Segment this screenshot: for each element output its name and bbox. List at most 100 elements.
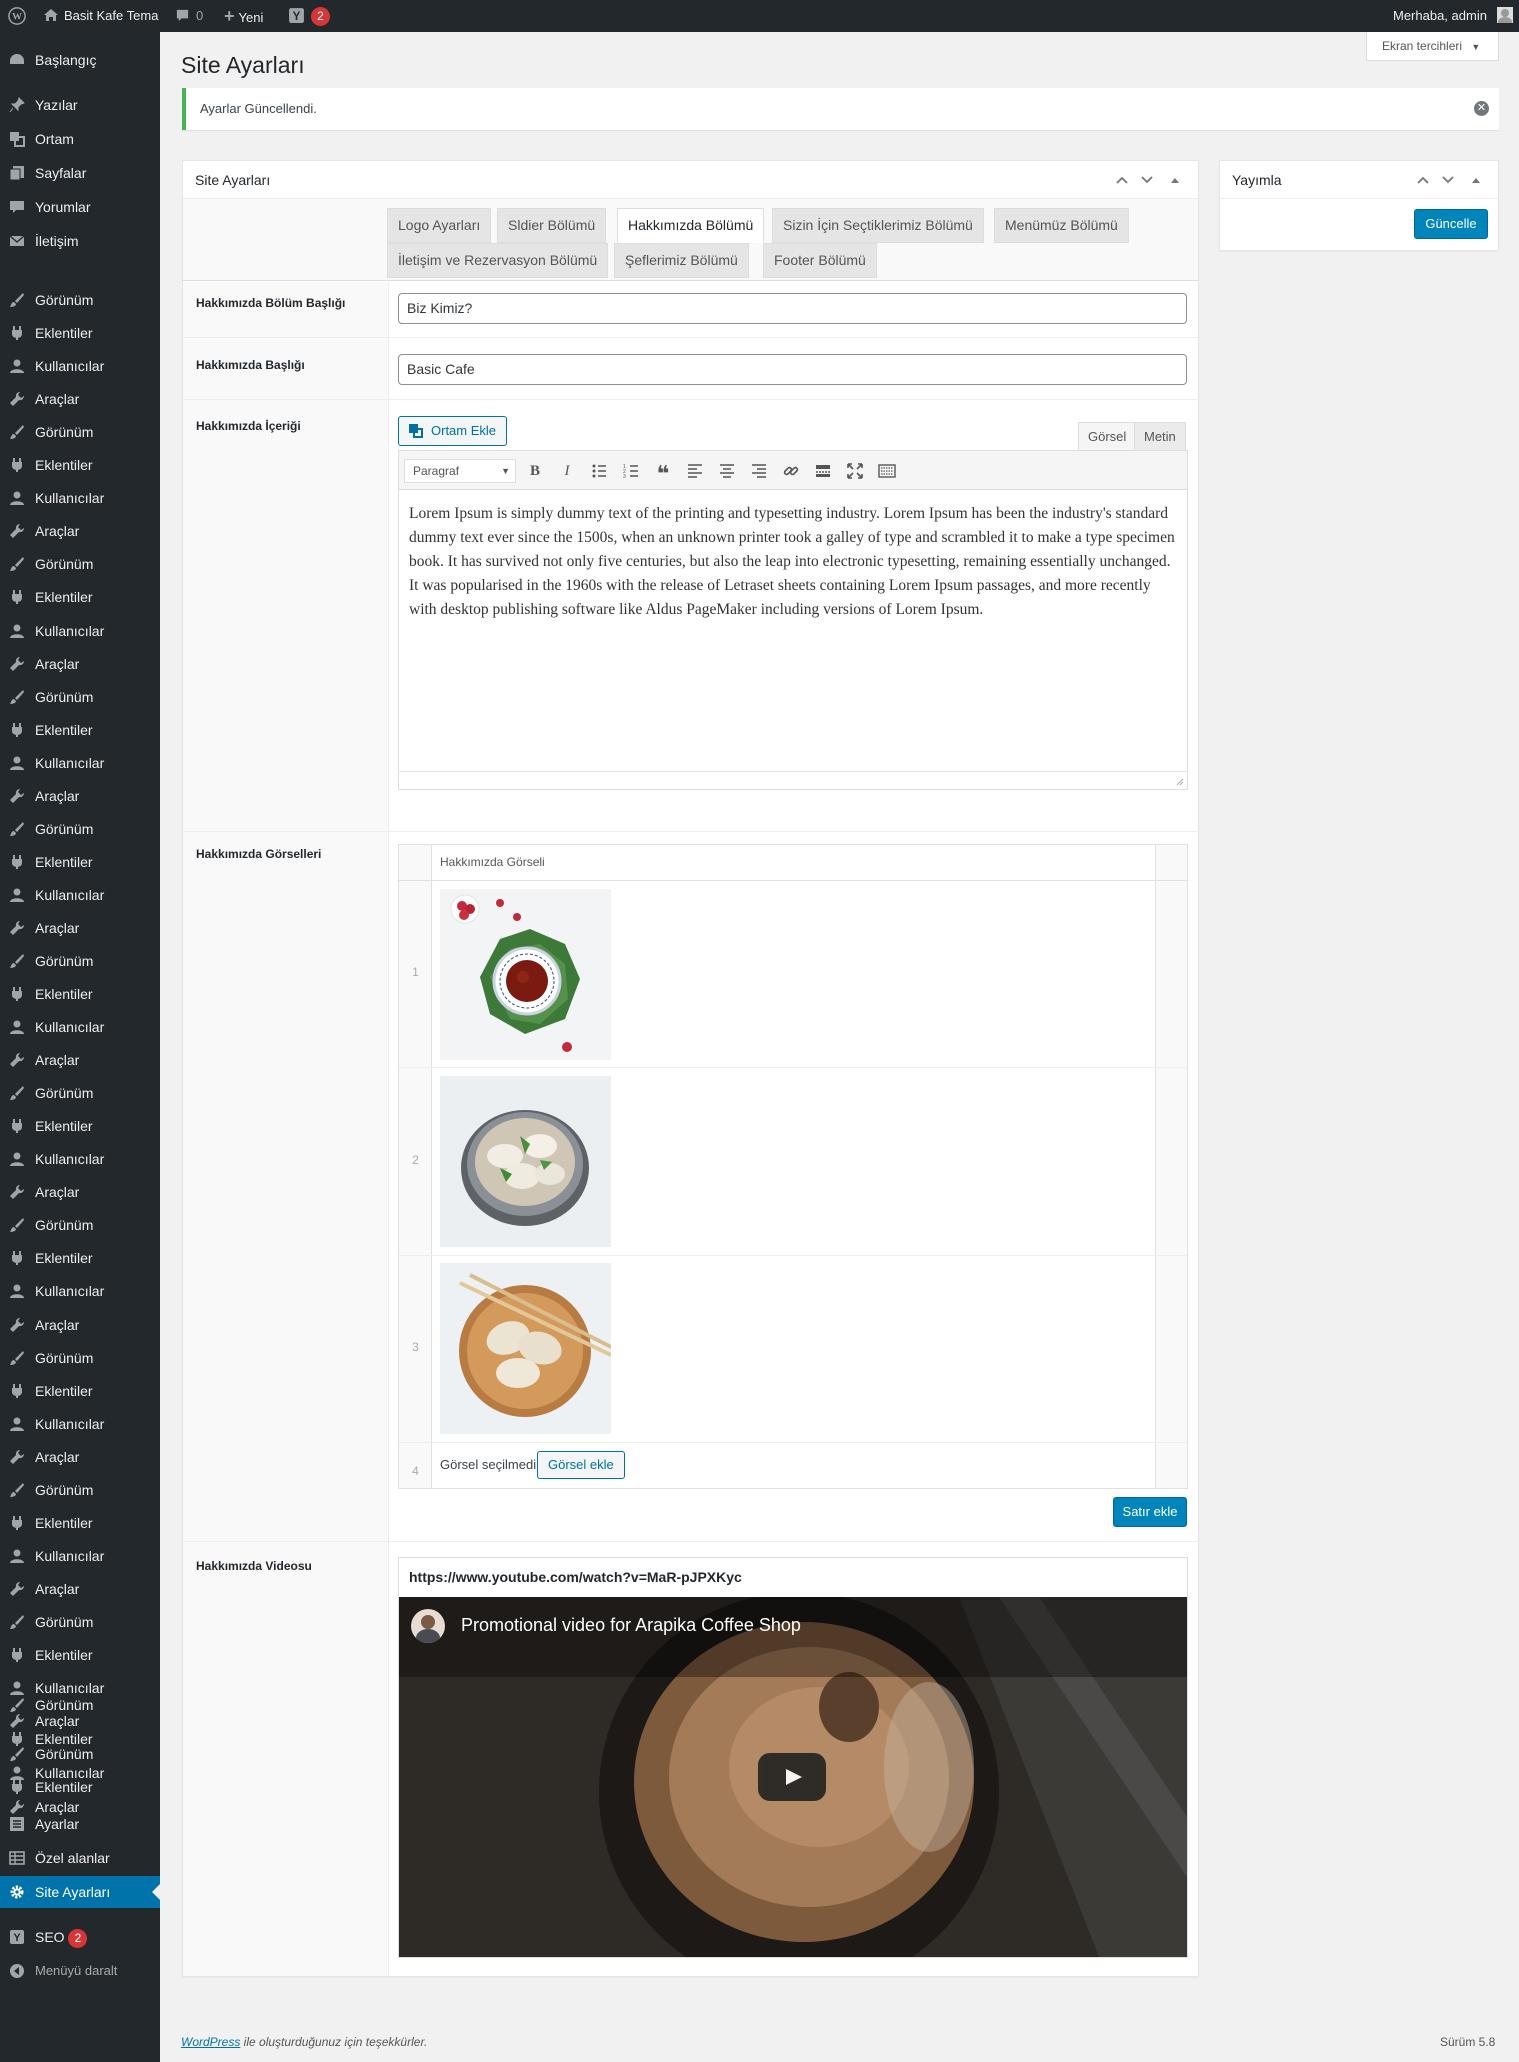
menu-tools[interactable]: Araçlar <box>0 1441 160 1473</box>
menu-users[interactable]: Kullanıcılar <box>0 1540 160 1572</box>
update-button[interactable]: Güncelle <box>1414 209 1488 239</box>
menu-custom-fields[interactable]: Özel alanlar <box>0 1842 160 1874</box>
menu-appearance[interactable]: Görünüm <box>0 1689 160 1721</box>
menu-plugins[interactable]: Eklentiler <box>0 1507 160 1539</box>
video-url-input[interactable]: https://www.youtube.com/watch?v=MaR-pJPX… <box>409 1558 742 1597</box>
toggle-panel-icon[interactable] <box>1469 173 1483 187</box>
menu-plugins[interactable]: Eklentiler <box>0 1242 160 1274</box>
add-media-button[interactable]: Ortam Ekle <box>398 416 508 446</box>
menu-media[interactable]: Ortam <box>0 123 160 155</box>
format-select[interactable]: Paragraf ▼ <box>404 459 516 483</box>
italic-icon[interactable]: I <box>558 462 576 480</box>
menu-plugins[interactable]: Eklentiler <box>0 317 160 349</box>
editor-tab-visual[interactable]: Görsel <box>1078 422 1137 451</box>
menu-comments[interactable]: Yorumlar <box>0 191 160 223</box>
move-down-icon[interactable] <box>1140 173 1154 187</box>
menu-appearance[interactable]: Görünüm <box>0 1209 160 1241</box>
menu-tools[interactable]: Araçlar <box>0 1176 160 1208</box>
menu-contact[interactable]: İletişim <box>0 225 160 257</box>
video-embed[interactable]: Promotional video for Arapika Coffee Sho… <box>399 1597 1187 1957</box>
wordpress-logo-icon[interactable]: W <box>8 0 26 32</box>
new-content-link[interactable]: + Yeni <box>224 0 263 32</box>
tab-about[interactable]: Hakkımızda Bölümü <box>617 208 765 243</box>
toggle-panel-icon[interactable] <box>1168 173 1182 187</box>
fullscreen-icon[interactable] <box>846 462 864 480</box>
menu-appearance[interactable]: Görünüm <box>0 1342 160 1374</box>
editor-content-area[interactable]: Lorem Ipsum is simply dummy text of the … <box>398 490 1188 790</box>
menu-dashboard[interactable]: Başlangıç <box>0 44 160 76</box>
numbered-list-icon[interactable]: 123 <box>622 462 640 480</box>
menu-settings[interactable]: Ayarlar <box>0 1808 160 1840</box>
about-image-gyoza[interactable] <box>440 1263 611 1434</box>
read-more-icon[interactable] <box>814 462 832 480</box>
menu-appearance[interactable]: Görünüm <box>0 1606 160 1638</box>
menu-appearance[interactable]: Görünüm <box>0 548 160 580</box>
menu-users[interactable]: Kullanıcılar <box>0 1011 160 1043</box>
resize-handle-icon[interactable] <box>1174 776 1184 786</box>
menu-plugins[interactable]: Eklentiler <box>0 714 160 746</box>
move-up-icon[interactable] <box>1416 173 1430 187</box>
menu-users[interactable]: Kullanıcılar <box>0 1275 160 1307</box>
menu-users[interactable]: Kullanıcılar <box>0 350 160 382</box>
video-title[interactable]: Promotional video for Arapika Coffee Sho… <box>461 1615 801 1636</box>
about-image-dumplings[interactable] <box>440 1076 611 1247</box>
menu-appearance[interactable]: Görünüm <box>0 945 160 977</box>
heading-input[interactable]: Basic Cafe <box>398 354 1187 385</box>
add-row-button[interactable]: Satır ekle <box>1113 1497 1187 1527</box>
menu-pages[interactable]: Sayfalar <box>0 157 160 189</box>
align-right-icon[interactable] <box>750 462 768 480</box>
menu-plugins[interactable]: Eklentiler <box>0 1723 160 1755</box>
menu-appearance[interactable]: Görünüm <box>0 813 160 845</box>
menu-appearance[interactable]: Görünüm <box>0 681 160 713</box>
tab-slider[interactable]: Sldier Bölümü <box>497 208 607 243</box>
menu-plugins[interactable]: Eklentiler <box>0 978 160 1010</box>
menu-tools[interactable]: Araçlar <box>0 1044 160 1076</box>
menu-plugins[interactable]: Eklentiler <box>0 449 160 481</box>
menu-tools[interactable]: Araçlar <box>0 648 160 680</box>
wordpress-link[interactable]: WordPress <box>181 2035 240 2049</box>
menu-tools[interactable]: Araçlar <box>0 515 160 547</box>
account-link[interactable]: Merhaba, admin <box>1393 0 1513 32</box>
menu-users[interactable]: Kullanıcılar <box>0 615 160 647</box>
move-up-icon[interactable] <box>1115 173 1129 187</box>
menu-users[interactable]: Kullanıcılar <box>0 1408 160 1440</box>
menu-users[interactable]: Kullanıcılar <box>0 1757 160 1789</box>
align-center-icon[interactable] <box>718 462 736 480</box>
menu-tools[interactable]: Araçlar <box>0 912 160 944</box>
menu-appearance[interactable]: Görünüm <box>0 416 160 448</box>
menu-site-settings[interactable]: Site Ayarları <box>0 1876 160 1908</box>
screen-options-button[interactable]: Ekran tercihleri ▼ <box>1366 32 1499 61</box>
tab-picks[interactable]: Sizin İçin Seçtiklerimiz Bölümü <box>772 208 984 243</box>
comments-link[interactable]: 0 <box>175 0 203 32</box>
menu-plugins[interactable]: Eklentiler <box>0 581 160 613</box>
tab-chefs[interactable]: Şeflerimiz Bölümü <box>614 243 749 278</box>
move-down-icon[interactable] <box>1441 173 1455 187</box>
play-button[interactable] <box>758 1753 826 1801</box>
menu-plugins[interactable]: Eklentiler <box>0 1375 160 1407</box>
menu-seo[interactable]: Y SEO 2 <box>0 1921 160 1953</box>
bold-icon[interactable]: B <box>526 462 544 480</box>
collapse-menu-button[interactable]: Menüyü daralt <box>0 1955 160 1987</box>
tab-footer[interactable]: Footer Bölümü <box>763 243 877 278</box>
menu-posts[interactable]: Yazılar <box>0 89 160 121</box>
menu-users[interactable]: Kullanıcılar <box>0 1143 160 1175</box>
menu-plugins[interactable]: Eklentiler <box>0 846 160 878</box>
menu-tools[interactable]: Araçlar <box>0 1309 160 1341</box>
site-name-link[interactable]: Basit Kafe Tema <box>43 0 158 32</box>
seo-admin-link[interactable]: Y2 <box>288 0 330 32</box>
blockquote-icon[interactable]: ❝ <box>654 462 672 486</box>
menu-tools[interactable]: Araçlar <box>0 1573 160 1605</box>
align-left-icon[interactable] <box>686 462 704 480</box>
link-icon[interactable] <box>782 462 800 480</box>
menu-tools[interactable]: Araçlar <box>0 780 160 812</box>
menu-appearance[interactable]: Görünüm <box>0 284 160 316</box>
menu-plugins[interactable]: Eklentiler <box>0 1639 160 1671</box>
about-image-tea[interactable] <box>440 889 611 1060</box>
menu-plugins[interactable]: Eklentiler <box>0 1110 160 1142</box>
bulleted-list-icon[interactable] <box>590 462 608 480</box>
tab-menu[interactable]: Menümüz Bölümü <box>994 208 1129 243</box>
menu-users[interactable]: Kullanıcılar <box>0 482 160 514</box>
keyboard-icon[interactable] <box>878 462 896 480</box>
channel-avatar[interactable] <box>411 1609 445 1643</box>
menu-appearance[interactable]: Görünüm <box>0 1077 160 1109</box>
